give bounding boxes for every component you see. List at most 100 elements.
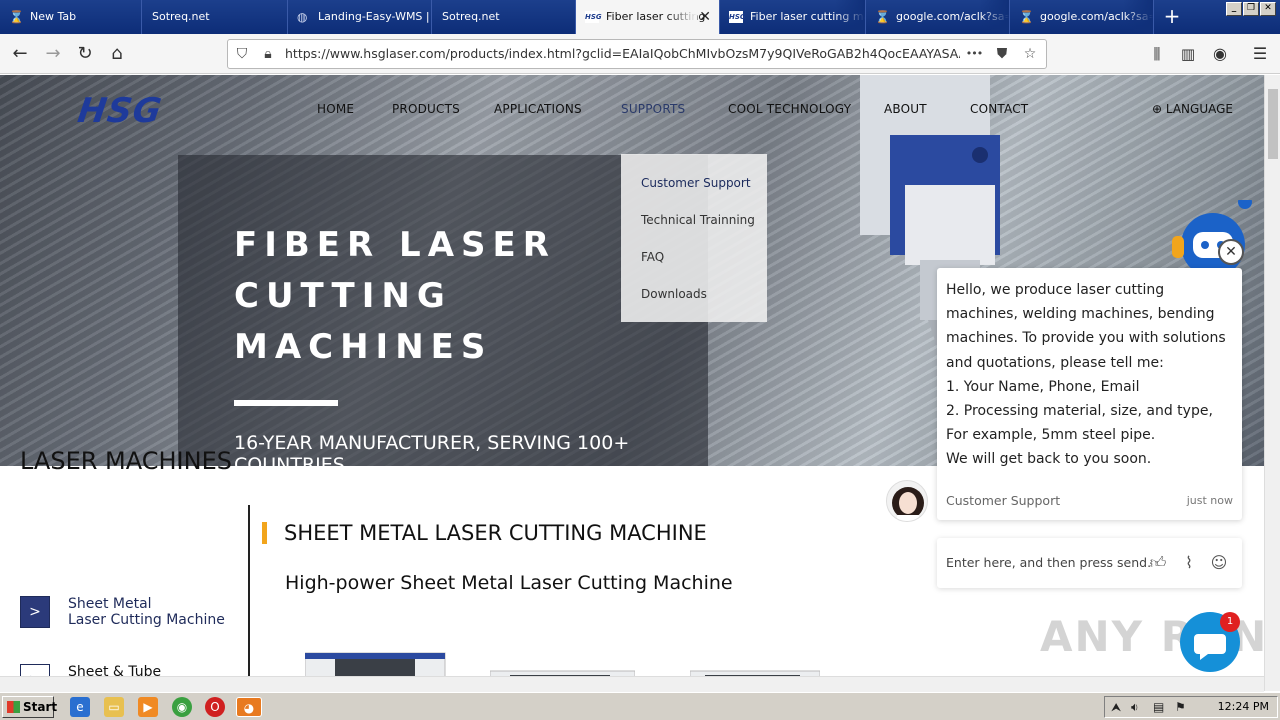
tray-arrow-icon[interactable]: ⮝ [1111,700,1121,715]
reload-icon[interactable]: ↻ [71,40,99,68]
nav-cool-technology[interactable]: COOL TECHNOLOGY [728,102,851,116]
browser-tab-active[interactable]: HSG Fiber laser cutting ✕ [576,0,720,34]
chat-robot-mascot-icon[interactable] [1168,200,1258,270]
account-icon[interactable]: ◉ [1206,40,1234,68]
home-icon[interactable]: ⌂ [103,40,131,68]
sidebar-item-sheet-metal[interactable]: > Sheet Metal Laser Cutting Machine [20,596,240,636]
attachment-icon[interactable]: ⌇ [1178,552,1200,574]
url-text[interactable]: https://www.hsglaser.com/products/index.… [285,40,960,68]
language-label: LANGUAGE [1165,102,1233,116]
hero-title: FIBER LASER CUTTING MACHINES [234,225,556,367]
agent-avatar [886,480,928,522]
scrollbar-thumb[interactable] [1268,89,1278,159]
firefox-taskbar-icon[interactable]: ◕ [236,697,262,717]
hourglass-icon: ⌛ [1019,10,1034,24]
browser-tab[interactable]: ◍ Landing-Easy-WMS | [288,0,432,34]
nav-contact[interactable]: CONTACT [970,102,1028,116]
volume-icon[interactable]: 🔉︎ [1131,700,1139,715]
supports-dropdown: Customer Support Technical Trainning FAQ… [621,154,767,322]
tab-label: Sotreq.net [152,10,210,23]
chat-message-line: We will get back to you soon. [946,451,1152,468]
chat-input-placeholder[interactable]: Enter here, and then press send. [946,555,1151,570]
vertical-scrollbar[interactable] [1264,75,1280,691]
tracking-shield-icon[interactable]: ⛉ [232,44,252,64]
hamburger-menu-icon[interactable]: ☰ [1246,40,1274,68]
hourglass-icon: ⌛ [9,10,24,24]
dropdown-downloads[interactable]: Downloads [641,287,707,301]
hero-subtitle: 16-YEAR MANUFACTURER, SERVING 100+ COUNT… [234,432,630,466]
globe-icon: ⊕ [1152,102,1163,116]
browser-tab[interactable]: HSG Fiber laser cutting ma [720,0,866,34]
bookmark-star-icon[interactable]: ☆ [1020,44,1040,64]
new-tab-button[interactable]: + [1160,4,1184,28]
folder-icon[interactable]: ▭ [104,697,124,717]
ie-icon[interactable]: e [70,697,90,717]
section-subtitle: High-power Sheet Metal Laser Cutting Mac… [285,572,733,594]
restore-window-button[interactable]: ❐ [1243,2,1259,16]
browser-toolbar: ← → ↻ ⌂ ⛉ 🔒︎ https://www.hsglaser.com/pr… [0,34,1280,74]
flag-icon[interactable]: ⚑ [1175,700,1186,714]
close-window-button[interactable]: ✕ [1260,2,1276,16]
unread-badge: 1 [1220,612,1240,632]
media-player-icon[interactable]: ▶ [138,697,158,717]
nav-home[interactable]: HOME [317,102,354,116]
laser-machines-heading: LASER MACHINES [20,447,232,475]
chat-timestamp: just now [1186,494,1233,507]
hsg-favicon-icon: HSG [729,11,746,23]
dropdown-technical-training[interactable]: Technical Trainning [641,213,755,227]
section-accent-bar [262,522,267,544]
back-icon[interactable]: ← [6,40,34,68]
pocket-icon[interactable]: ⛊ [992,44,1012,64]
language-selector[interactable]: ⊕ LANGUAGE [1152,102,1233,116]
nav-about[interactable]: ABOUT [884,102,927,116]
browser-tab[interactable]: ⌛ New Tab [0,0,142,34]
windows-taskbar: Start e ▭ ▶ ◉ O ◕ ⮝ 🔉︎ ▤ ⚑ 12:24 PM [0,692,1280,720]
hero-divider [234,400,338,406]
thumbs-up-icon[interactable]: 👍︎ [1147,552,1169,574]
browser-tab[interactable]: Sotreq.net [432,0,576,34]
browser-tab[interactable]: Sotreq.net [142,0,288,34]
hsg-logo[interactable]: HSG [75,91,164,131]
start-button[interactable]: Start [2,696,58,718]
clock: 12:24 PM [1217,700,1269,713]
network-icon[interactable]: ▤ [1153,700,1164,714]
chat-message-line: 2. Processing material, size, and type, … [946,403,1213,444]
forward-icon[interactable]: → [39,40,67,68]
windows-flag-icon [7,701,20,713]
hourglass-icon: ⌛ [875,10,890,24]
horizontal-scrollbar[interactable] [0,676,1264,692]
library-icon[interactable]: ⫼ [1143,40,1171,68]
dropdown-customer-support[interactable]: Customer Support [641,176,751,190]
url-bar[interactable]: ⛉ 🔒︎ https://www.hsglaser.com/products/i… [227,39,1047,69]
nav-applications[interactable]: APPLICATIONS [494,102,582,116]
minimize-window-button[interactable]: _ [1226,2,1242,16]
sidebar-icon[interactable]: ▥ [1174,40,1202,68]
dropdown-faq[interactable]: FAQ [641,250,664,264]
browser-tab[interactable]: ⌛ google.com/aclk?sa= [866,0,1010,34]
lock-icon[interactable]: 🔒︎ [258,44,278,64]
hsg-favicon-icon: HSG [585,11,602,23]
chevron-right-icon: > [20,596,50,628]
section-title: SHEET METAL LASER CUTTING MACHINE [284,521,707,545]
sidebar-divider [248,505,250,691]
chat-input-box[interactable]: Enter here, and then press send. 👍︎ ⌇ ☺ [937,538,1242,588]
opera-icon[interactable]: O [205,697,225,717]
nav-products[interactable]: PRODUCTS [392,102,460,116]
chat-sender: Customer Support [946,493,1061,508]
chat-message-line: 1. Your Name, Phone, Email [946,378,1140,395]
nav-supports[interactable]: SUPPORTS [621,102,685,116]
tab-label: Sotreq.net [442,10,500,23]
page-actions-icon[interactable]: ••• [964,44,984,64]
globe-icon: ◍ [297,10,308,24]
browser-tab-strip: ⌛ New Tab Sotreq.net ◍ Landing-Easy-WMS … [0,0,1280,34]
chrome-icon[interactable]: ◉ [172,697,192,717]
browser-tab[interactable]: ⌛ google.com/aclk?sa= [1010,0,1154,34]
sidebar-item-label: Sheet Metal Laser Cutting Machine [68,596,225,628]
tab-label: New Tab [30,10,77,23]
start-label: Start [23,700,58,714]
chat-message: Hello, we produce laser cutting machines… [946,278,1236,472]
chat-message-line: Hello, we produce laser cutting machines… [946,282,1226,371]
close-tab-icon[interactable]: ✕ [699,0,711,34]
chat-close-icon[interactable]: ✕ [1218,239,1244,265]
emoji-icon[interactable]: ☺ [1208,552,1230,574]
